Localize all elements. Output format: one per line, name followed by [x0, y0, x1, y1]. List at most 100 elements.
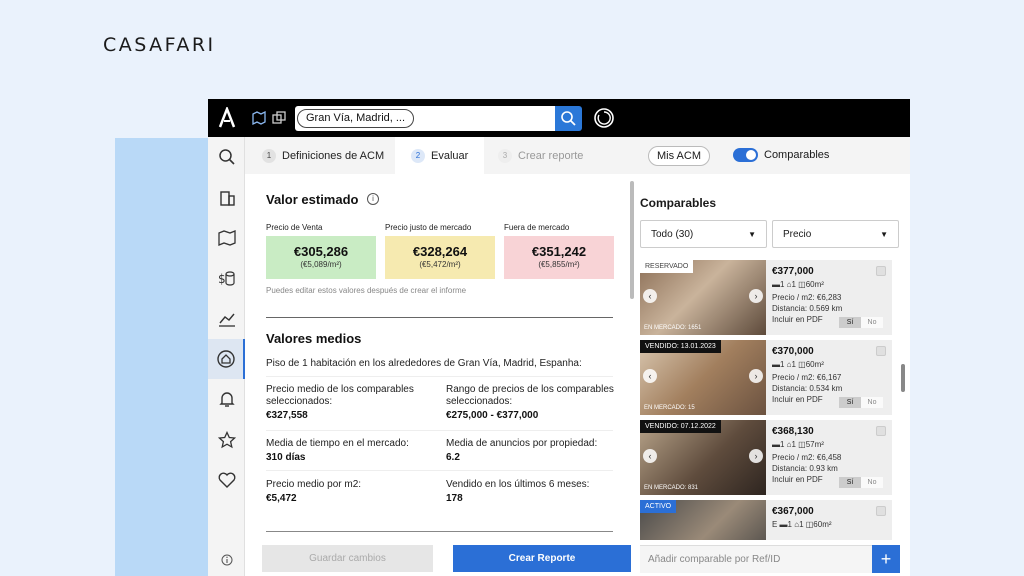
stat-precio-m2: Precio medio por m2: €5,472	[266, 479, 431, 505]
add-comparable-input[interactable]: Añadir comparable por Ref/ID	[640, 545, 872, 573]
prev-photo-icon[interactable]: ‹	[643, 289, 657, 303]
status-badge: VENDIDO: 13.01.2023	[640, 340, 721, 353]
stat-precio-medio: Precio medio de los comparables seleccio…	[266, 384, 431, 422]
search-button[interactable]	[555, 106, 582, 131]
next-photo-icon[interactable]: ›	[749, 369, 763, 383]
next-photo-icon[interactable]: ›	[749, 289, 763, 303]
card-distance: Distancia: 0.93 km	[772, 464, 838, 473]
map-pin-icon[interactable]	[252, 111, 266, 125]
dollar-coins-icon: $	[218, 271, 235, 286]
refresh-icon[interactable]	[593, 107, 615, 129]
stat-label: Media de anuncios por propiedad:	[446, 438, 598, 449]
no-option[interactable]: No	[861, 317, 883, 328]
comparable-card[interactable]: VENDIDO: 07.12.2022 ‹ › EN MERCADO: 831 …	[640, 420, 892, 495]
nav-deals[interactable]	[208, 460, 245, 500]
main-scrollbar[interactable]	[630, 181, 634, 299]
justo-m2: (€5,472/m²)	[419, 260, 461, 269]
nav-valuation[interactable]	[208, 339, 245, 379]
app-logo-icon[interactable]	[218, 107, 236, 129]
add-comparable-button[interactable]: +	[872, 545, 900, 573]
select-checkbox[interactable]	[876, 426, 886, 436]
card-pdf-label: Incluir en PDF	[772, 475, 823, 484]
venta-m2: (€5,089/m²)	[300, 260, 342, 269]
justo-label: Precio justo de mercado	[385, 223, 472, 232]
card-info: €370,000 ▬1 ⌂1 ◫60m² Precio / m2: €6,167…	[772, 346, 842, 405]
stat-value: €327,558	[266, 410, 308, 421]
mis-acm-button[interactable]: Mis ACM	[648, 146, 710, 166]
card-price: €368,130	[772, 426, 814, 437]
comparable-card[interactable]: RESERVADO ‹ › EN MERCADO: 1651 €377,000 …	[640, 260, 892, 335]
step-number: 2	[411, 148, 425, 163]
info-icon	[221, 554, 232, 566]
filter-status-select[interactable]: Todo (30) ▼	[640, 220, 767, 248]
select-checkbox[interactable]	[876, 346, 886, 356]
stat-label: Rango de precios de los comparables sele…	[446, 384, 614, 407]
si-option[interactable]: Sí	[839, 477, 861, 488]
property-photo[interactable]: RESERVADO ‹ › EN MERCADO: 1651	[640, 260, 766, 335]
status-badge: VENDIDO: 07.12.2022	[640, 420, 721, 433]
venta-box[interactable]: €305,286 (€5,089/m²)	[266, 236, 376, 279]
nav-map[interactable]	[208, 218, 245, 258]
comparables-title: Comparables	[640, 196, 717, 210]
prev-photo-icon[interactable]: ‹	[643, 449, 657, 463]
chart-area-icon	[218, 313, 235, 327]
info-icon[interactable]: i	[367, 193, 379, 205]
evaluation-panel: Valor estimado i Precio de Venta €305,28…	[245, 174, 635, 576]
comparable-card[interactable]: ACTIVO €367,000 E ▬1 ⌂1 ◫60m²	[640, 500, 892, 540]
property-photo[interactable]: ACTIVO	[640, 500, 766, 540]
nav-alerts[interactable]	[208, 379, 245, 419]
tab-crear-reporte[interactable]: 3 Crear reporte	[498, 137, 583, 174]
include-pdf-toggle[interactable]: Sí No	[839, 477, 883, 488]
no-option[interactable]: No	[861, 477, 883, 488]
building-icon	[219, 191, 235, 206]
sort-select[interactable]: Precio ▼	[772, 220, 899, 248]
card-pdf-label: Incluir en PDF	[772, 395, 823, 404]
nav-info[interactable]	[208, 541, 245, 576]
card-price: €370,000	[772, 346, 814, 357]
nav-buildings[interactable]	[208, 178, 245, 218]
row-divider	[266, 430, 613, 431]
select-value: Todo (30)	[651, 229, 694, 240]
si-option[interactable]: Sí	[839, 397, 861, 408]
save-button[interactable]: Guardar cambios	[262, 545, 433, 572]
tab-definiciones[interactable]: 1 Definiciones de ACM	[262, 137, 384, 174]
property-photo[interactable]: VENDIDO: 07.12.2022 ‹ › EN MERCADO: 831	[640, 420, 766, 495]
fuera-box[interactable]: €351,242 (€5,855/m²)	[504, 236, 614, 279]
nav-favorites[interactable]	[208, 420, 245, 460]
location-pill[interactable]: Gran Vía, Madrid, ...	[297, 109, 415, 128]
justo-box[interactable]: €328,264 (€5,472/m²)	[385, 236, 495, 279]
include-pdf-toggle[interactable]: Sí No	[839, 397, 883, 408]
valor-estimado-title: Valor estimado	[266, 192, 359, 207]
card-pdf-label: Incluir en PDF	[772, 315, 823, 324]
select-value: Precio	[783, 229, 812, 240]
tab-evaluar[interactable]: 2 Evaluar	[395, 137, 485, 174]
next-photo-icon[interactable]: ›	[749, 449, 763, 463]
market-time: EN MERCADO: 15	[644, 405, 695, 411]
comparables-toggle[interactable]	[733, 148, 758, 162]
comparable-card[interactable]: VENDIDO: 13.01.2023 ‹ › EN MERCADO: 15 €…	[640, 340, 892, 415]
valores-medios-title: Valores medios	[266, 331, 362, 346]
stat-value: €275,000 - €377,000	[446, 410, 539, 421]
tab-label: Definiciones de ACM	[282, 149, 385, 162]
select-checkbox[interactable]	[876, 266, 886, 276]
nav-finance[interactable]: $	[208, 258, 245, 298]
no-option[interactable]: No	[861, 397, 883, 408]
tab-label: Evaluar	[431, 149, 469, 162]
card-price: €377,000	[772, 266, 814, 277]
card-price: €367,000	[772, 506, 814, 517]
select-checkbox[interactable]	[876, 506, 886, 516]
chevron-down-icon: ▼	[748, 230, 756, 239]
nav-search[interactable]	[208, 137, 245, 177]
polygon-draw-icon[interactable]	[272, 111, 286, 125]
create-report-button[interactable]: Crear Reporte	[453, 545, 631, 572]
svg-text:$: $	[218, 272, 226, 286]
search-input[interactable]: Gran Vía, Madrid, ...	[295, 106, 555, 131]
property-photo[interactable]: VENDIDO: 13.01.2023 ‹ › EN MERCADO: 15	[640, 340, 766, 415]
stat-value: 178	[446, 493, 463, 504]
comparables-scrollbar[interactable]	[901, 364, 905, 392]
row-divider	[266, 376, 613, 377]
include-pdf-toggle[interactable]: Sí No	[839, 317, 883, 328]
si-option[interactable]: Sí	[839, 317, 861, 328]
nav-analytics[interactable]	[208, 299, 245, 339]
prev-photo-icon[interactable]: ‹	[643, 369, 657, 383]
